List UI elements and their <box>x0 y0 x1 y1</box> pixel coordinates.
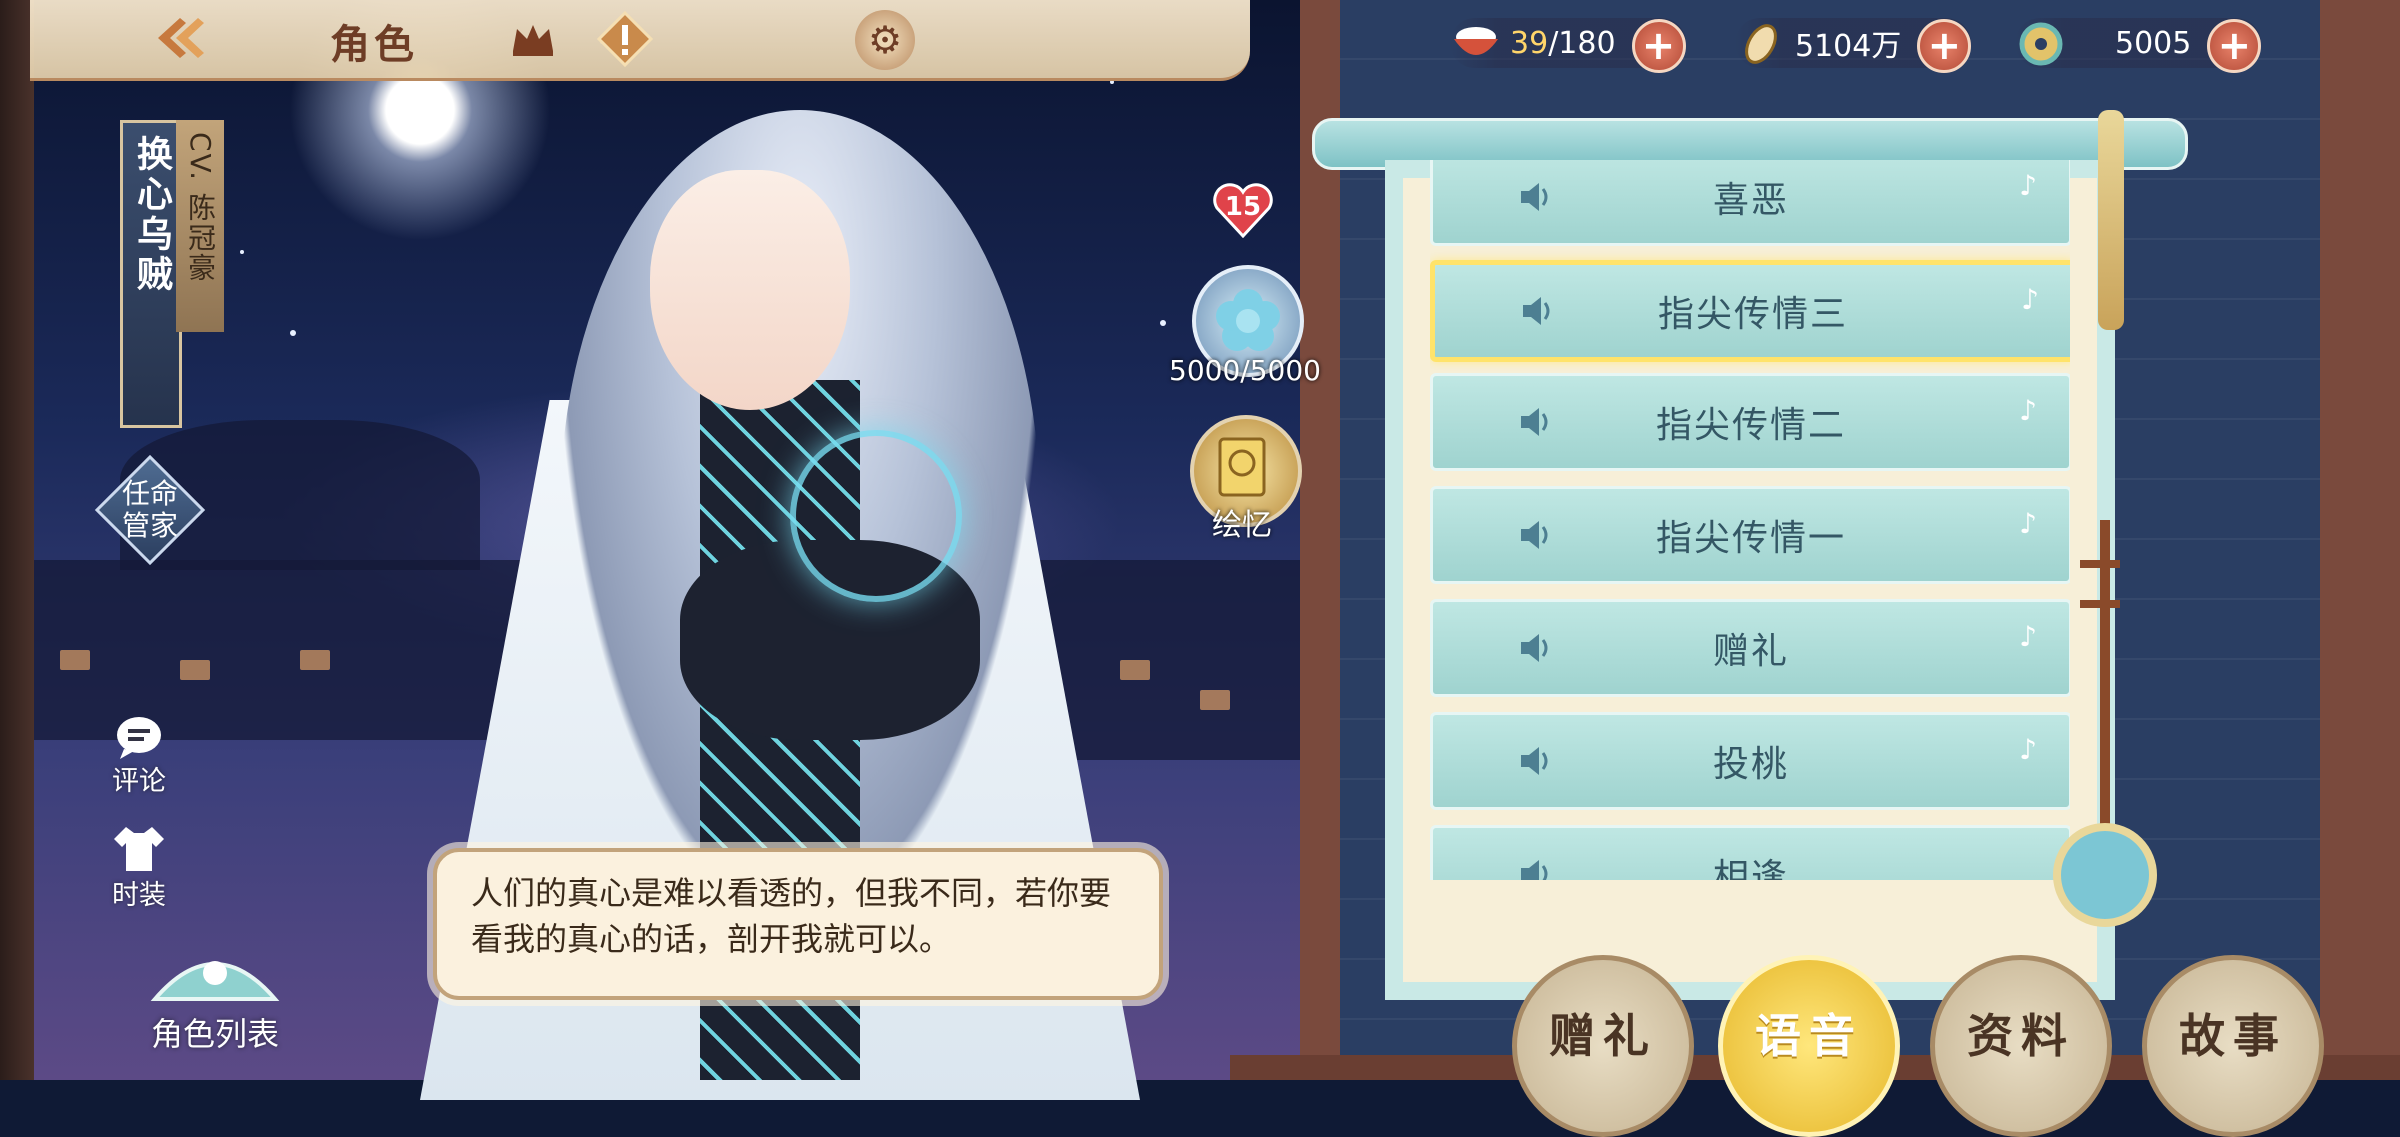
speaker-icon <box>1521 408 1548 436</box>
comment-label: 评论 <box>112 766 166 797</box>
speaker-icon <box>1521 747 1548 775</box>
character-list-icon <box>150 961 280 1001</box>
speaker-icon <box>1521 634 1548 662</box>
voice-item[interactable]: 指尖传情一 ♪ <box>1430 486 2070 584</box>
exclamation-icon[interactable] <box>595 9 655 69</box>
jade-icon <box>2015 18 2067 70</box>
voice-item-selected[interactable]: 指尖传情三 ♪ <box>1430 260 2070 362</box>
erhu-decoration <box>2053 520 2157 927</box>
affection-level: 15 <box>1224 192 1262 222</box>
page-title: 角色 <box>330 22 418 68</box>
jade-value: 5005 <box>2115 25 2192 61</box>
tab-story-label: 故事 <box>2179 1009 2287 1063</box>
voice-actor: CV. 陈冠豪 <box>184 132 217 283</box>
stamina-max: /180 <box>1548 25 1616 61</box>
add-stamina-button[interactable]: + <box>1631 19 1686 73</box>
heart-orb <box>790 430 962 602</box>
dialogue-text: 人们的真心是难以看透的，但我不同，若你要看我的真心的话，剖开我就可以。 <box>471 874 1112 958</box>
role-list-label: 角色列表 <box>150 1015 279 1053</box>
jade-counter: 5005 + <box>2015 18 2262 73</box>
voice-item-label: 相逢 <box>1712 857 1789 880</box>
voice-item-label: 指尖传情一 <box>1655 518 1846 559</box>
music-note-icon: ♪ <box>2021 283 2041 316</box>
music-note-icon: ♪ <box>2019 394 2039 427</box>
left-edge <box>0 0 34 1080</box>
top-bar: 角色 ⚙ <box>30 0 1250 81</box>
music-note-icon: ♪ <box>2019 169 2039 202</box>
stamina-current: 39 <box>1510 25 1549 61</box>
clothes-icon <box>114 827 164 871</box>
coin-icon <box>1735 18 1787 70</box>
tab-story[interactable]: 故事 <box>2142 955 2324 1137</box>
fashion-button[interactable]: 时装 <box>112 825 166 912</box>
speech-bubble-icon <box>117 717 161 759</box>
tab-voice[interactable]: 语音 <box>1718 955 1900 1137</box>
comment-button[interactable]: 评论 <box>112 715 166 798</box>
character-face <box>650 170 850 410</box>
back-button[interactable] <box>140 8 220 68</box>
voice-item[interactable]: 指尖传情二 ♪ <box>1430 373 2070 471</box>
rice-bowl-icon <box>1450 18 1502 70</box>
voice-item-label: 赠礼 <box>1712 631 1789 672</box>
music-note-icon: ♪ <box>2019 620 2039 653</box>
music-note-icon: ♪ <box>2019 733 2039 766</box>
add-jade-button[interactable]: + <box>2207 19 2262 73</box>
back-arrow-icon <box>158 18 204 58</box>
speaker-icon <box>1521 521 1548 549</box>
tab-gift[interactable]: 赠礼 <box>1512 955 1694 1137</box>
coin-value: 5104万 <box>1795 29 1902 64</box>
voice-item[interactable]: 赠礼 ♪ <box>1430 599 2070 697</box>
add-coins-button[interactable]: + <box>1917 19 1972 73</box>
tab-profile[interactable]: 资料 <box>1930 955 2112 1137</box>
voice-item-label: 指尖传情二 <box>1655 405 1846 446</box>
voice-list[interactable]: 喜恶 ♪ 指尖传情三 ♪ 指尖传情二 ♪ 指尖传情一 ♪ 赠礼 ♪ 投桃 ♪ 相… <box>1430 160 2070 880</box>
role-list-button[interactable]: 角色列表 <box>105 935 325 1055</box>
tab-gift-label: 赠礼 <box>1549 1009 1657 1063</box>
crown-icon[interactable] <box>508 14 558 64</box>
tab-profile-label: 资料 <box>1967 1009 2075 1063</box>
gear-icon[interactable]: ⚙ <box>855 10 915 70</box>
tab-voice-label: 语音 <box>1755 1009 1863 1063</box>
music-note-icon: ♪ <box>2019 507 2039 540</box>
appoint-steward-label: 任命管家 <box>121 477 178 542</box>
dialogue-box: 人们的真心是难以看透的，但我不同，若你要看我的真心的话，剖开我就可以。 <box>433 848 1163 1000</box>
voice-item[interactable]: 喜恶 ♪ <box>1430 160 2070 246</box>
voice-item[interactable]: 投桃 ♪ <box>1430 712 2070 810</box>
voice-item-label: 喜恶 <box>1712 180 1789 221</box>
coin-counter: 5104万 + <box>1735 18 1972 73</box>
speaker-icon <box>1523 297 1550 325</box>
voice-item[interactable]: 相逢 <box>1430 825 2070 880</box>
stamina-counter: 39/180 + <box>1450 18 1686 73</box>
cv-banner: CV. 陈冠豪 <box>176 120 224 332</box>
flower-value: 5000/5000 <box>1169 354 1321 387</box>
voice-item-label: 指尖传情三 <box>1657 294 1848 335</box>
character-name: 换心乌贼 <box>131 135 172 295</box>
memory-label: 绘忆 <box>1212 508 1272 543</box>
fashion-label: 时装 <box>112 880 166 911</box>
speaker-icon <box>1521 183 1548 211</box>
plum-flower-icon <box>1216 289 1280 351</box>
appoint-steward-button[interactable]: 任命管家 <box>100 460 200 560</box>
speaker-icon <box>1521 860 1548 880</box>
character-name-banner: 换心乌贼 <box>120 120 182 428</box>
tassel-decoration <box>2098 110 2124 330</box>
voice-item-label: 投桃 <box>1712 744 1789 785</box>
